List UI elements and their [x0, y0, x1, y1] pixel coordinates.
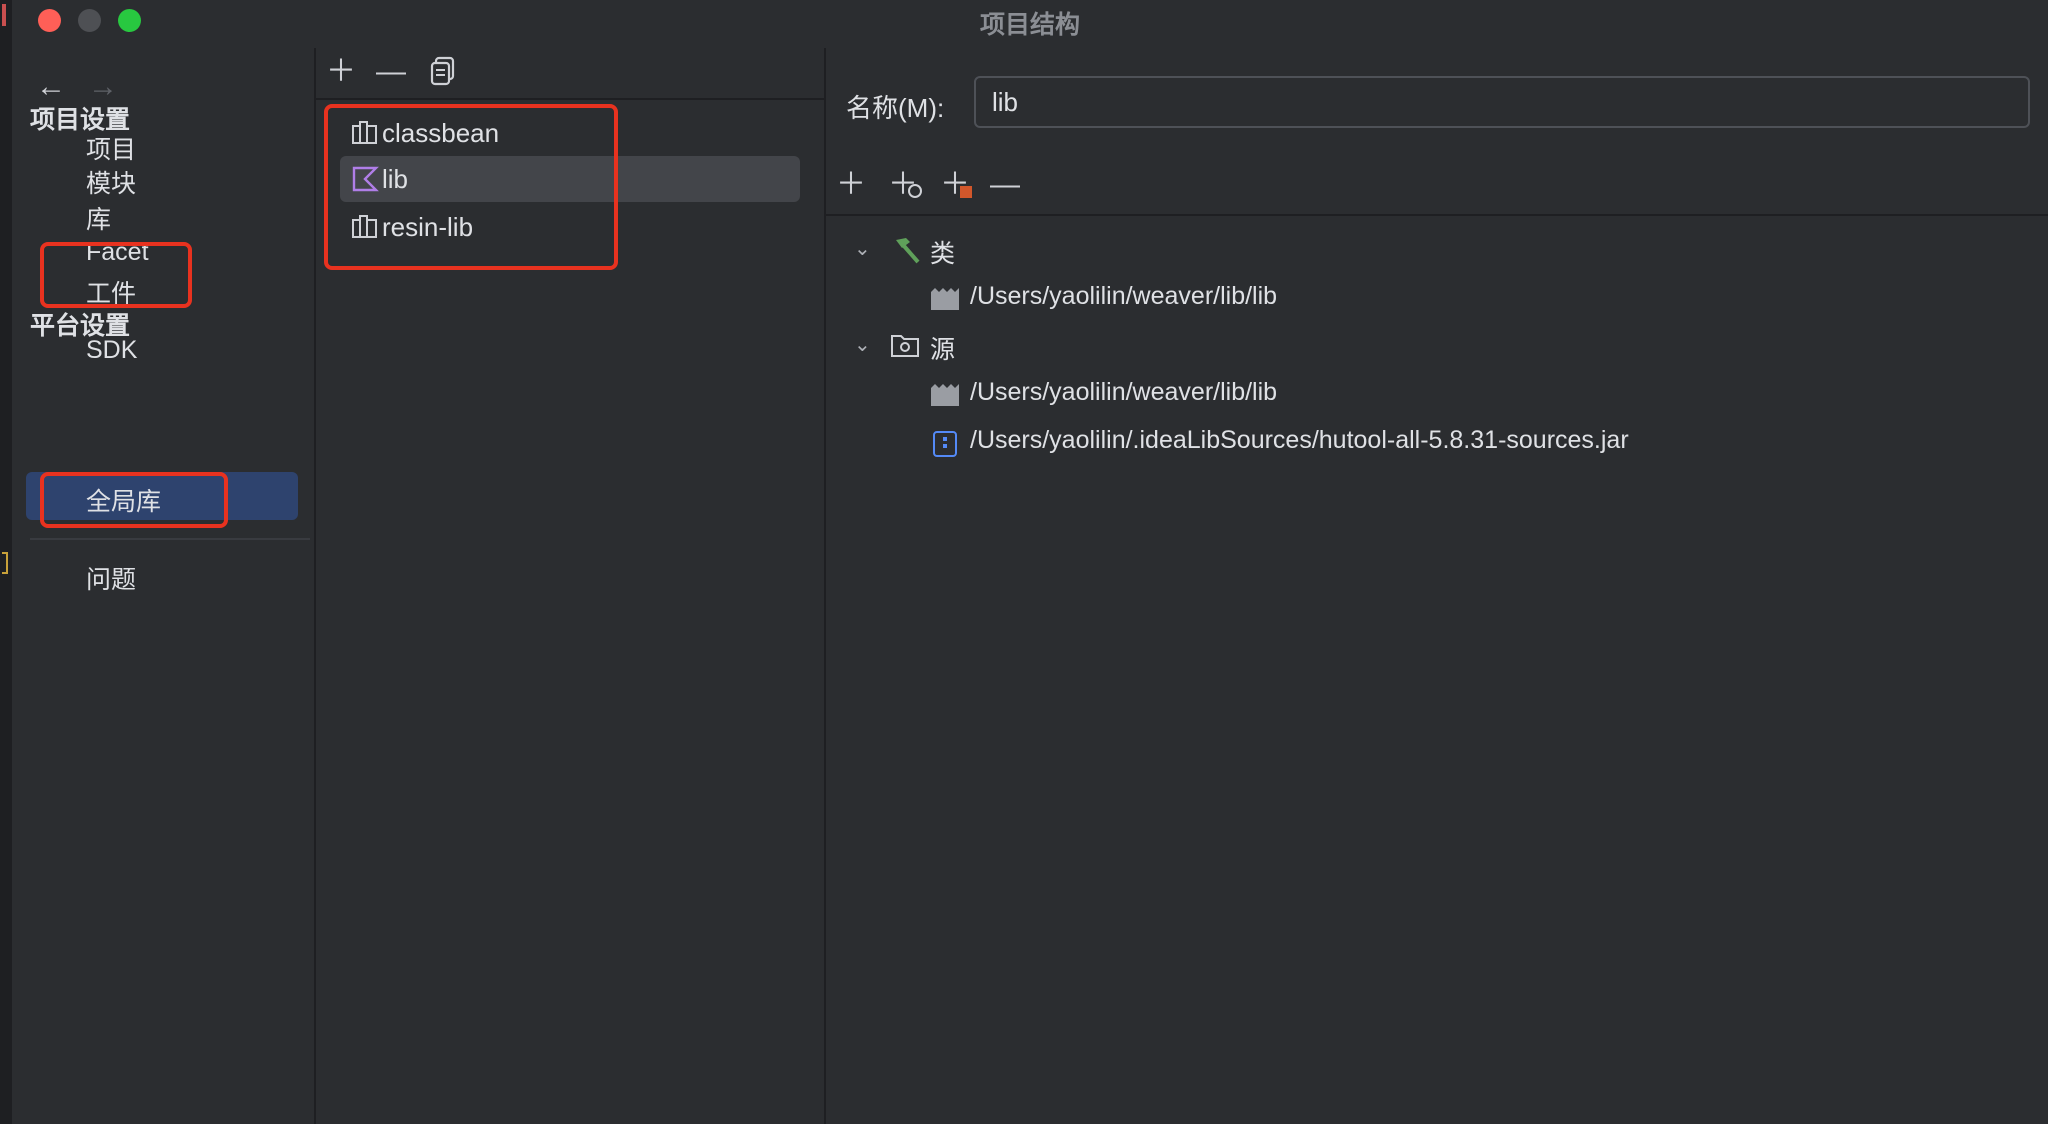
sidebar-item-project[interactable]: 项目: [86, 130, 136, 166]
remove-root-icon[interactable]: —: [990, 168, 1020, 202]
tree-node-classes-path[interactable]: /Users/yaolilin/weaver/lib/lib: [930, 282, 2030, 322]
settings-sidebar: ← → 项目设置 项目 模块 库 Facet 工件 平台设置 SDK 全局库 问…: [12, 48, 314, 1124]
annotation-box-global-libraries: [40, 472, 228, 528]
add-url-root-icon[interactable]: ＋: [888, 168, 922, 202]
add-jar-root-icon[interactable]: ＋: [940, 168, 972, 202]
tree-node-classes[interactable]: ⌄ 类: [854, 234, 1254, 274]
folder-root-icon: [931, 288, 959, 310]
library-list-toolbar: ＋ —: [316, 48, 824, 100]
hammer-icon: [896, 238, 920, 264]
back-arrow-icon[interactable]: ←: [36, 72, 66, 102]
name-label: 名称(M):: [846, 93, 945, 123]
sources-label: 源: [930, 336, 956, 364]
name-input[interactable]: [974, 76, 2030, 128]
archive-icon: [933, 431, 957, 457]
folder-root-icon: [931, 384, 959, 406]
library-details-panel: 名称(M): ＋ ＋ ＋ — ⌄ 类 /Users: [826, 48, 2048, 1124]
sources-jar-path: /Users/yaolilin/.ideaLibSources/hutool-a…: [970, 426, 1629, 454]
annotation-box-library-list: [324, 104, 618, 270]
gutter-bracket: [2, 552, 8, 574]
sidebar-item-modules[interactable]: 模块: [86, 164, 136, 200]
source-folder-icon: [891, 335, 919, 357]
sidebar-divider: [30, 538, 310, 540]
tree-node-sources[interactable]: ⌄ 源: [854, 330, 1254, 370]
classes-label: 类: [930, 240, 956, 268]
project-structure-window: 项目结构 ← → 项目设置 项目 模块 库 Facet 工件 平台设置 SDK …: [0, 0, 2048, 1124]
remove-icon[interactable]: —: [376, 54, 406, 90]
chevron-down-icon[interactable]: ⌄: [854, 236, 871, 261]
annotation-box-libraries: [40, 242, 192, 308]
chevron-down-icon[interactable]: ⌄: [854, 332, 871, 357]
title-bar: 项目结构: [12, 0, 2048, 40]
copy-icon[interactable]: [430, 56, 456, 95]
gutter-marker: [2, 4, 6, 26]
sidebar-item-sdk[interactable]: SDK: [86, 336, 137, 365]
add-icon[interactable]: ＋: [326, 54, 356, 90]
classes-path: /Users/yaolilin/weaver/lib/lib: [970, 282, 1278, 310]
sidebar-item-libraries[interactable]: 库: [86, 200, 111, 236]
add-root-icon[interactable]: ＋: [836, 168, 866, 202]
tree-node-sources-jar[interactable]: /Users/yaolilin/.ideaLibSources/hutool-a…: [930, 426, 2030, 466]
tree-node-sources-path[interactable]: /Users/yaolilin/weaver/lib/lib: [930, 378, 2030, 418]
sources-path: /Users/yaolilin/weaver/lib/lib: [970, 378, 1278, 406]
window-title: 项目结构: [979, 11, 1080, 39]
forward-arrow-icon[interactable]: →: [88, 72, 118, 102]
library-list-panel: ＋ — classbean lib resin-lib: [316, 48, 824, 1124]
roots-toolbar: ＋ ＋ ＋ —: [826, 158, 2048, 216]
sidebar-item-problems[interactable]: 问题: [86, 560, 136, 596]
editor-gutter-strip: [0, 0, 12, 1124]
